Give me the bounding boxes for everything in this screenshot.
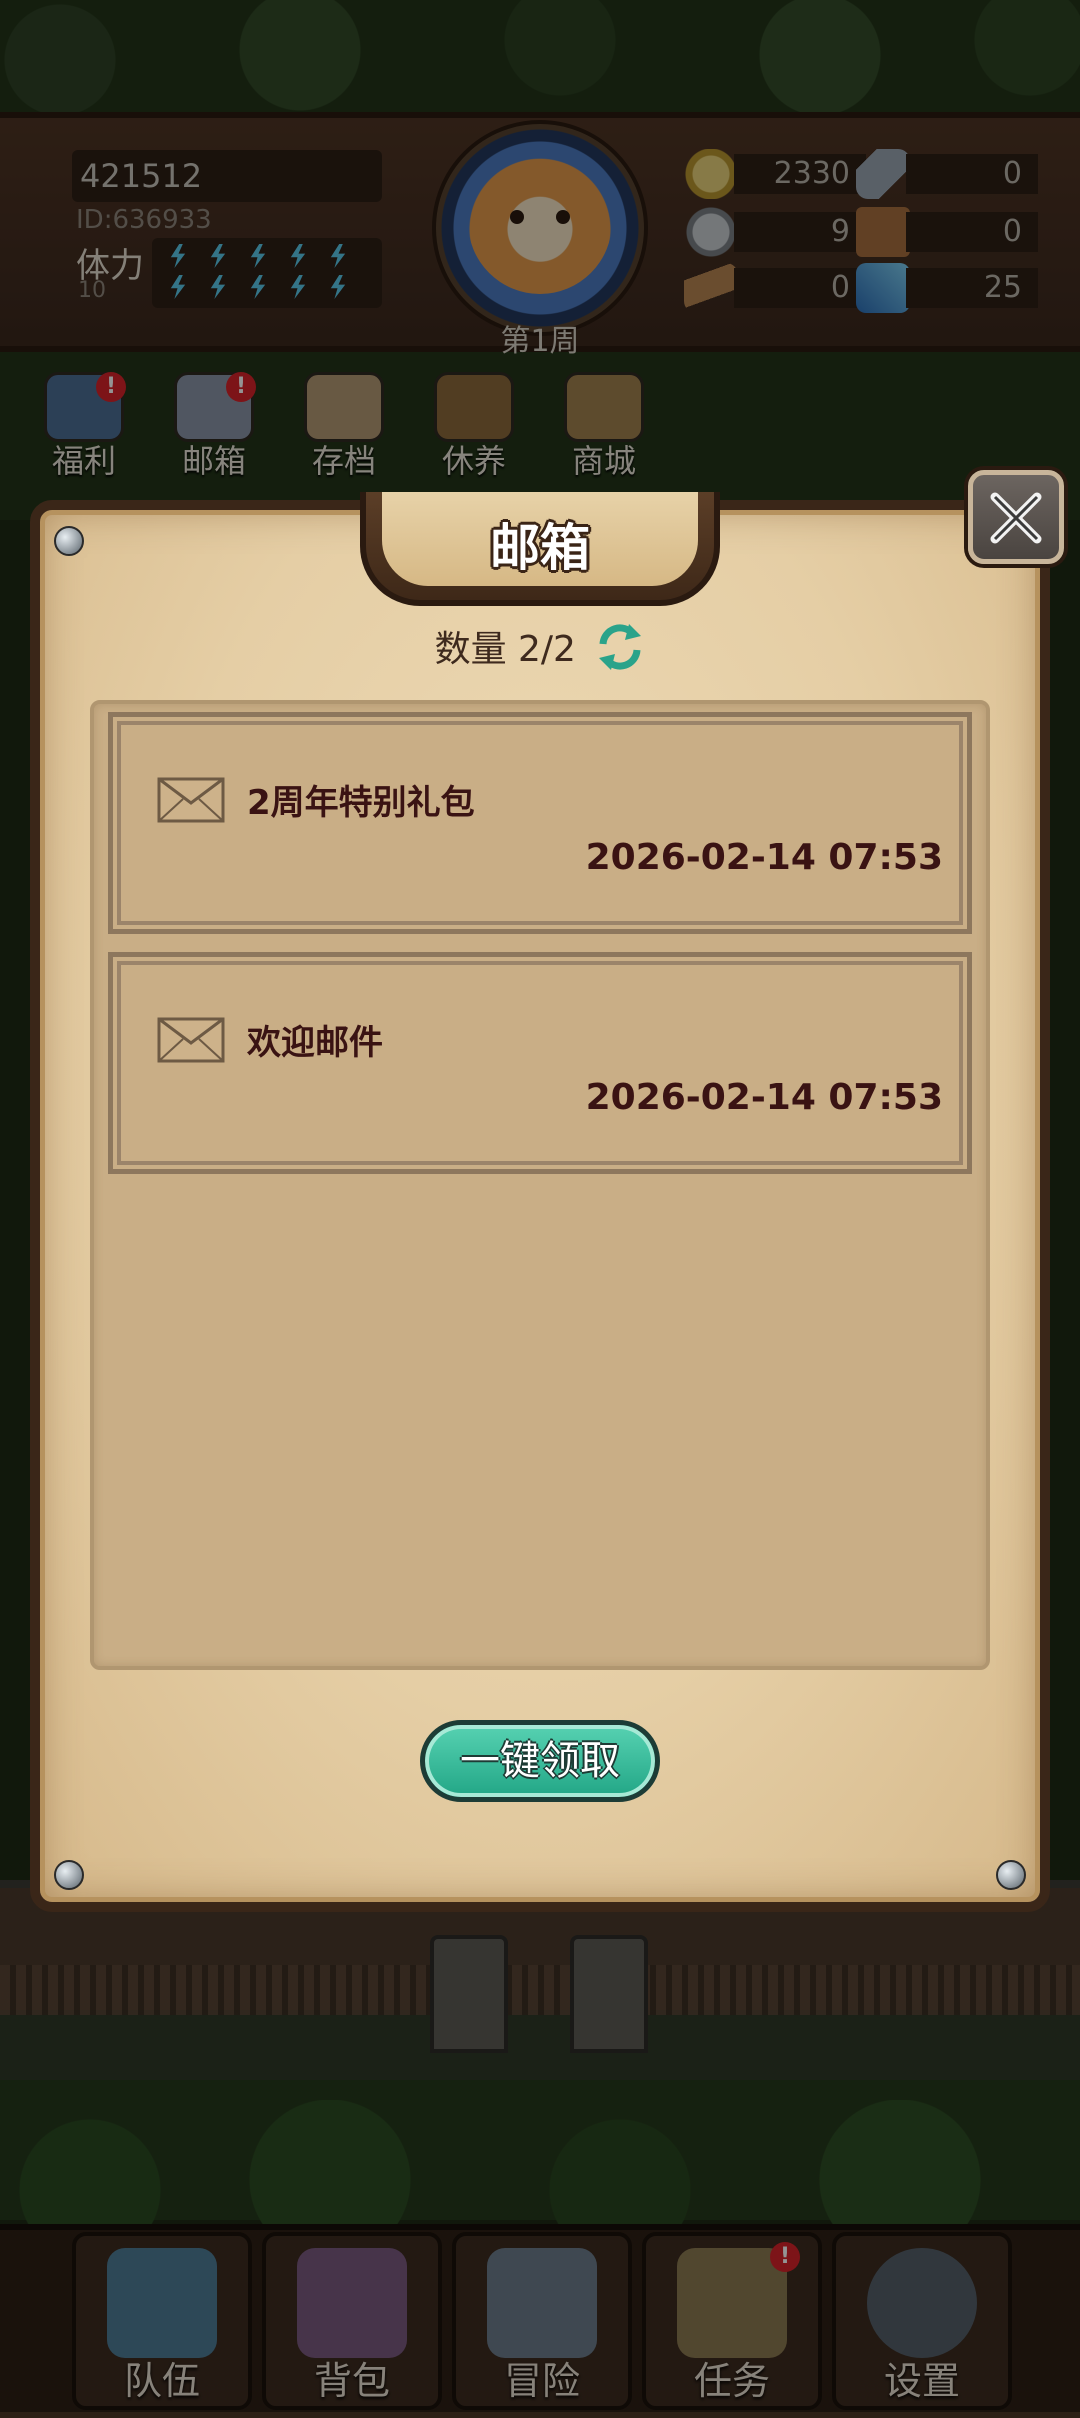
blue-crystal-icon [856,263,910,313]
rivet [996,1860,1026,1890]
save-scroll-icon [304,372,384,442]
notification-badge: ! [226,372,256,402]
lightning-icon [250,244,266,268]
lightning-icon [290,244,306,268]
leather-hide-icon [856,207,910,257]
dialog-title: 邮箱 [490,519,590,577]
mail-item[interactable]: 欢迎邮件 2026-02-14 07:53 [108,952,972,1174]
quicknav-rest[interactable]: 休养 [424,372,524,480]
mail-subject: 2周年特别礼包 [247,783,475,823]
resource-stone: 9 [684,207,866,257]
mail-count-row: 数量 2/2 [0,620,1080,681]
mail-item[interactable]: 2周年特别礼包 2026-02-14 07:53 [108,712,972,934]
tab-settings[interactable]: 设置 [832,2232,1012,2410]
avatar-eye [510,210,524,224]
player-name-field: 421512 [72,150,382,202]
mail-subject: 欢迎邮件 [247,1023,383,1063]
shop-bag-icon [564,372,644,442]
stamina-bar [152,238,382,308]
resource-iron: 0 [856,149,1038,199]
envelope-icon [157,1017,225,1063]
envelope-icon [157,777,225,823]
rivet [54,1860,84,1890]
quicknav-mailbox[interactable]: 邮箱 ! [164,372,264,480]
lightning-icon [210,244,226,268]
resource-crystal: 25 [856,263,1038,313]
tab-backpack[interactable]: 背包 [262,2232,442,2410]
quicknav-welfare[interactable]: 福利 ! [34,372,134,480]
tab-quest[interactable]: 任务 ! [642,2232,822,2410]
lightning-icon [290,275,306,299]
quicknav-shop[interactable]: 商城 [554,372,654,480]
tab-adventure[interactable]: 冒险 [452,2232,632,2410]
mail-date: 2026-02-14 07:53 [585,1077,943,1118]
notification-badge: ! [96,372,126,402]
helmet-icon [107,2248,217,2358]
gate-right [570,1935,648,2053]
lightning-icon [210,275,226,299]
quicknav-save[interactable]: 存档 [294,372,394,480]
resource-leather: 0 [856,207,1038,257]
wood-log-icon [684,263,738,313]
stamina-value: 10 [78,278,106,303]
rest-chest-icon [434,372,514,442]
lightning-icon [170,244,186,268]
lightning-icon [330,275,346,299]
shiba-avatar-icon[interactable] [468,150,612,294]
gate-left [430,1935,508,2053]
week-label: 第1周 [500,324,580,359]
gear-icon [867,2248,977,2358]
backpack-icon [297,2248,407,2358]
refresh-icon[interactable] [595,622,645,681]
rivet [54,526,84,556]
resource-gold: 2330 [684,149,866,199]
gold-coin-icon [684,149,738,199]
crossed-swords-icon [487,2248,597,2358]
quest-scroll-icon [677,2248,787,2358]
tab-team[interactable]: 队伍 [72,2232,252,2410]
player-uid: ID:636933 [76,205,212,235]
close-button[interactable] [968,470,1064,564]
claim-all-button[interactable]: 一键领取 [420,1720,660,1802]
mail-count: 数量 2/2 [434,629,576,670]
fence [0,1965,1080,2015]
mail-date: 2026-02-14 07:53 [585,837,943,878]
avatar-eye [556,210,570,224]
notification-badge: ! [770,2242,800,2272]
dialog-title-plate: 邮箱 [360,492,720,606]
lightning-icon [170,275,186,299]
stone-ore-icon [684,207,738,257]
crossed-swords-close-icon [990,492,1042,544]
lightning-icon [330,244,346,268]
iron-ingot-icon [856,149,910,199]
resource-wood: 0 [684,263,866,313]
lightning-icon [250,275,266,299]
